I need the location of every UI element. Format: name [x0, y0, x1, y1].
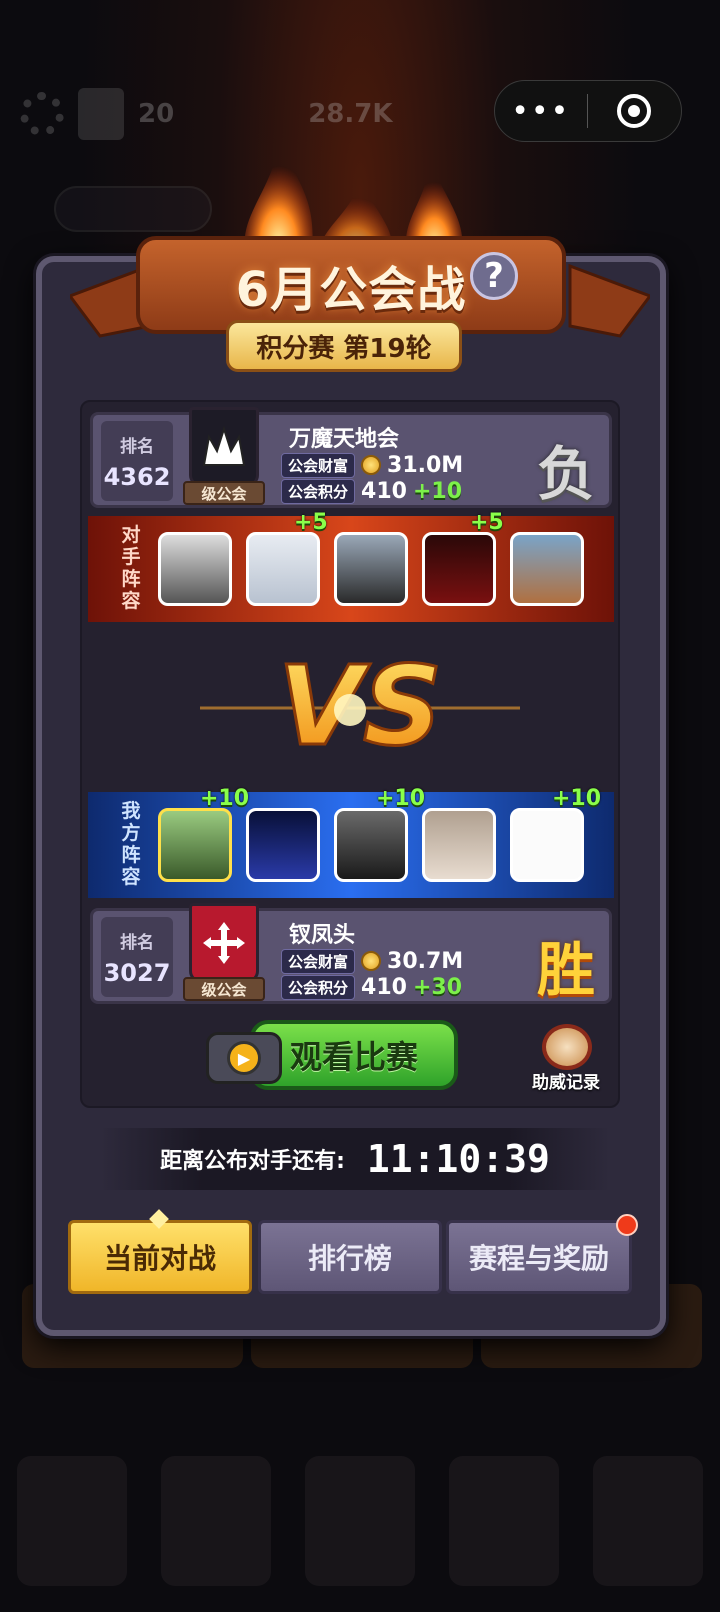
cheer-record-button[interactable]: 助威记录 [532, 1068, 600, 1093]
member-avatar[interactable] [422, 532, 496, 606]
points-value: 410 [361, 478, 407, 504]
points-label: 公会积分 [281, 974, 356, 1000]
rank-value: 4362 [103, 462, 171, 491]
guild-name: 钗凤头 [289, 923, 356, 948]
member-bonus: +10 [200, 786, 250, 811]
tab-schedule-rewards[interactable]: 赛程与奖励 [446, 1220, 632, 1294]
member-avatar[interactable] [510, 808, 584, 882]
tab-current-battle[interactable]: 当前对战 [68, 1220, 252, 1294]
video-camera-icon[interactable]: ▶ [206, 1032, 282, 1084]
guild-level-tag: 级公会 [183, 481, 265, 505]
guild-name: 万魔天地会 [289, 427, 400, 452]
member-bonus: +10 [552, 786, 602, 811]
member-bonus: +5 [470, 510, 504, 535]
vs-emblem: VS [200, 641, 520, 772]
my-guild-card[interactable]: 排名 3027 级公会 钗凤头 公会财富 30.7M 公会积分 410 +30 … [90, 903, 612, 1004]
tab-leaderboard[interactable]: 排行榜 [258, 1220, 442, 1294]
background-bottom-nav [0, 1430, 720, 1612]
cross-arrows-icon [203, 922, 245, 964]
member-avatar[interactable] [422, 808, 496, 882]
result-lose-badge: 负 [536, 440, 595, 508]
countdown-label: 距离公布对手还有: [160, 1149, 345, 1174]
wealth-value: 31.0M [387, 452, 464, 478]
rank-box: 排名 4362 [101, 421, 173, 501]
points-row: 公会积分 410 +30 [281, 974, 463, 1000]
play-icon: ▶ [227, 1041, 261, 1075]
rank-value: 3027 [103, 958, 171, 987]
opponent-guild-card[interactable]: 排名 4362 级公会 万魔天地会 公会财富 31.0M 公会积分 410 +1… [90, 407, 612, 508]
event-title: 6月公会战 [235, 262, 467, 318]
miniprogram-capsule: ••• [494, 80, 682, 142]
wealth-row: 公会财富 30.7M [281, 948, 464, 974]
member-avatar[interactable] [510, 532, 584, 606]
points-gain: +10 [412, 478, 463, 504]
countdown-bar: 距离公布对手还有: 11:10:39 [100, 1128, 610, 1190]
result-win-badge: 胜 [536, 936, 595, 1004]
rank-label: 排名 [120, 932, 154, 953]
member-avatar[interactable] [246, 532, 320, 606]
wealth-row: 公会财富 31.0M [281, 452, 464, 478]
wealth-label: 公会财富 [281, 948, 356, 974]
rank-box: 排名 3027 [101, 917, 173, 997]
my-lineup-label: 我方阵容 [121, 800, 141, 888]
wealth-label: 公会财富 [281, 452, 356, 478]
drum-icon[interactable] [542, 1024, 592, 1070]
guild-level-tag: 级公会 [183, 977, 265, 1001]
gem-count: 20 [138, 99, 175, 129]
points-value: 410 [361, 974, 407, 1000]
game-screen: { "background": { "stat_1": "20", "stat_… [0, 0, 720, 1612]
member-avatar[interactable] [158, 532, 232, 606]
trident-crown-icon [202, 425, 246, 466]
help-button[interactable]: ? [470, 252, 518, 300]
notification-dot [616, 1214, 638, 1236]
guild-banner [189, 903, 259, 983]
crown-coin-icon [361, 951, 382, 971]
member-avatar[interactable] [334, 808, 408, 882]
countdown-timer: 11:10:39 [366, 1137, 550, 1181]
points-row: 公会积分 410 +10 [281, 478, 463, 504]
member-avatar[interactable] [334, 532, 408, 606]
crown-coin-icon [361, 455, 382, 475]
wealth-value: 30.7M [387, 948, 464, 974]
member-bonus: +10 [376, 786, 426, 811]
points-gain: +30 [412, 974, 463, 1000]
member-avatar[interactable] [246, 808, 320, 882]
guild-banner [189, 407, 259, 487]
opponent-lineup: 对手阵容 +5 +5 [88, 510, 614, 622]
guild-badge-icon [78, 88, 124, 140]
points-label: 公会积分 [281, 478, 356, 504]
opponent-lineup-label: 对手阵容 [121, 524, 141, 612]
member-avatar[interactable] [158, 808, 232, 882]
background-pill [54, 186, 212, 232]
rank-label: 排名 [120, 436, 154, 457]
member-bonus: +5 [294, 510, 328, 535]
close-target-icon[interactable] [588, 81, 682, 141]
round-label: 积分赛 第19轮 [226, 320, 462, 372]
gear-icon [20, 92, 64, 136]
my-lineup: 我方阵容 +10 +10 +10 [88, 786, 614, 898]
